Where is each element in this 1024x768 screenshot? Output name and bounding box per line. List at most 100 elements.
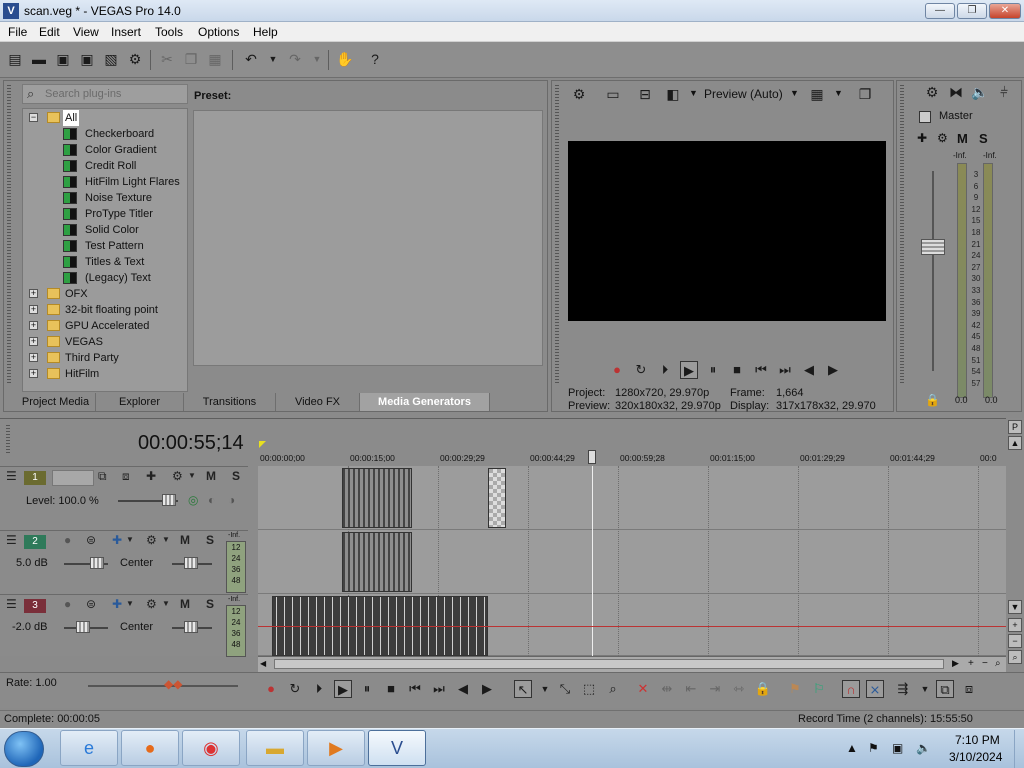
mixer-settings-icon[interactable]: ⫩ bbox=[995, 83, 1013, 101]
master-mute-button[interactable]: M bbox=[957, 131, 968, 146]
track-motion-icon[interactable]: ⧉ bbox=[98, 469, 107, 484]
menu-edit[interactable]: Edit bbox=[39, 25, 60, 39]
scroll-up-icon[interactable]: ▲ bbox=[1008, 436, 1022, 450]
chevron-down-icon[interactable]: ▼ bbox=[689, 88, 698, 98]
track-menu-icon[interactable]: ☰ bbox=[6, 469, 17, 483]
time-ruler[interactable]: 00:00:00;00 00:00:15;00 00:00:29;29 00:0… bbox=[258, 448, 1006, 466]
panel-grip[interactable] bbox=[900, 85, 904, 385]
close-button[interactable]: ✕ bbox=[989, 3, 1021, 19]
new-project-icon[interactable]: ▤ bbox=[6, 50, 24, 68]
video-clip[interactable] bbox=[342, 468, 412, 528]
go-to-end-icon[interactable]: ⏭ bbox=[776, 361, 794, 379]
scroll-thumb[interactable] bbox=[274, 659, 944, 669]
insert-marker-icon[interactable]: ⚑ bbox=[786, 680, 804, 698]
preview-quality-icon[interactable]: ◧ bbox=[664, 85, 682, 103]
minimize-button[interactable]: — bbox=[925, 3, 955, 19]
timeline-vertical-scrollbar[interactable]: P ▲ ▼ + − ⌕ bbox=[1006, 418, 1024, 674]
level-slider-handle[interactable] bbox=[162, 494, 176, 506]
go-to-start-icon[interactable]: ⏮ bbox=[406, 680, 424, 698]
preview-properties-gear-icon[interactable]: ⚙ bbox=[570, 85, 588, 103]
solo-button[interactable]: S bbox=[206, 533, 214, 547]
mute-button[interactable]: M bbox=[206, 469, 216, 483]
tab-transitions[interactable]: Transitions bbox=[184, 393, 276, 411]
clock-time[interactable]: 7:10 PM bbox=[955, 733, 1000, 747]
zoom-icon[interactable]: ⌕ bbox=[995, 658, 1001, 669]
composite-mode-icon[interactable]: ◎ bbox=[188, 493, 198, 507]
help-question-icon[interactable]: ? bbox=[366, 50, 384, 68]
volume-slider-handle[interactable] bbox=[76, 621, 90, 633]
menu-options[interactable]: Options bbox=[198, 25, 239, 39]
go-to-end-icon[interactable]: ⏭ bbox=[430, 680, 448, 698]
zoom-in-icon[interactable]: + bbox=[1008, 618, 1022, 632]
lock-icon[interactable]: 🔒 bbox=[754, 680, 772, 698]
zoom-in-icon[interactable]: + bbox=[968, 658, 974, 669]
menu-insert[interactable]: Insert bbox=[111, 25, 141, 39]
expand-icon[interactable]: + bbox=[29, 305, 38, 314]
speaker-icon[interactable]: 🔈 bbox=[971, 83, 989, 101]
master-solo-button[interactable]: S bbox=[979, 131, 988, 146]
zoom-out-icon[interactable]: − bbox=[1008, 634, 1022, 648]
tree-item-all[interactable]: − All bbox=[29, 110, 179, 126]
maximize-button[interactable]: ❐ bbox=[957, 3, 987, 19]
overlays-grid-icon[interactable]: ▦ bbox=[808, 85, 826, 103]
external-monitor-icon[interactable]: ▭ bbox=[604, 85, 622, 103]
zoom-icon[interactable]: ⌕ bbox=[1008, 650, 1022, 664]
zoom-out-icon[interactable]: − bbox=[982, 658, 988, 669]
track-fx-icon[interactable]: ✚ bbox=[146, 469, 156, 483]
split-screen-icon[interactable]: ⊟ bbox=[636, 85, 654, 103]
parent-icon[interactable]: ◐ bbox=[208, 493, 215, 507]
clock-date[interactable]: 3/10/2024 bbox=[949, 750, 1002, 764]
master-bus-icon[interactable] bbox=[919, 111, 931, 123]
insert-region-icon[interactable]: ⚐ bbox=[810, 680, 828, 698]
expand-icon[interactable]: + bbox=[29, 337, 38, 346]
previous-frame-icon[interactable]: ◀ bbox=[800, 361, 818, 379]
track-name-field[interactable] bbox=[52, 470, 94, 486]
audio-clip[interactable] bbox=[342, 532, 412, 592]
action-center-flag-icon[interactable]: ⚑ bbox=[868, 741, 879, 755]
chrome-icon[interactable]: ◉ bbox=[182, 730, 240, 766]
play-from-start-icon[interactable]: ⏵ bbox=[310, 680, 328, 698]
pause-icon[interactable]: ⏸ bbox=[358, 680, 376, 698]
network-icon[interactable]: ▣ bbox=[892, 741, 903, 755]
child-icon[interactable]: ◑ bbox=[228, 493, 235, 507]
selection-edit-icon[interactable]: ⬚ bbox=[580, 680, 598, 698]
tab-explorer[interactable]: Explorer bbox=[96, 393, 184, 411]
properties-gear-icon[interactable]: ⚙ bbox=[126, 50, 144, 68]
snapping-magnet-icon[interactable]: ∩ bbox=[842, 680, 860, 698]
master-gear-icon[interactable]: ⚙ bbox=[937, 131, 948, 145]
tab-video-fx[interactable]: Video FX bbox=[276, 393, 360, 411]
panel-grip[interactable] bbox=[7, 85, 11, 385]
record-icon[interactable]: ● bbox=[262, 680, 280, 698]
track-fx-gear-icon[interactable]: ⚙ bbox=[146, 533, 157, 547]
stop-icon[interactable]: ■ bbox=[382, 680, 400, 698]
chevron-down-icon[interactable]: ▼ bbox=[834, 88, 843, 98]
copy-snapshot-icon[interactable]: ❐ bbox=[856, 85, 874, 103]
timeline-tracks[interactable] bbox=[258, 466, 1006, 656]
trim-icon[interactable]: ⇹ bbox=[658, 680, 676, 698]
chevron-down-icon[interactable]: ▼ bbox=[916, 680, 934, 698]
panel-grip[interactable] bbox=[6, 425, 10, 455]
invert-phase-icon[interactable]: ⊜ bbox=[86, 597, 96, 611]
tab-project-media[interactable]: Project Media bbox=[16, 393, 96, 411]
tree-item-ofx[interactable]: + OFX bbox=[29, 286, 179, 302]
show-desktop-button[interactable] bbox=[1014, 730, 1024, 768]
zoom-edit-icon[interactable]: ⌕ bbox=[604, 680, 622, 698]
start-button[interactable] bbox=[4, 731, 44, 767]
render-icon[interactable]: ▧ bbox=[102, 50, 120, 68]
auto-crossfade-icon[interactable]: ⨯ bbox=[866, 680, 884, 698]
undo-icon[interactable]: ↶ bbox=[242, 50, 260, 68]
playhead-handle[interactable] bbox=[588, 450, 596, 464]
tab-media-generators[interactable]: Media Generators bbox=[360, 393, 490, 411]
tree-item-vegas[interactable]: + VEGAS bbox=[29, 334, 179, 350]
compositing-icon[interactable]: ⧈ bbox=[122, 469, 130, 484]
solo-button[interactable]: S bbox=[206, 597, 214, 611]
save-as-icon[interactable]: ▣ bbox=[78, 50, 96, 68]
solo-button[interactable]: S bbox=[232, 469, 240, 483]
mixer-gear-icon[interactable]: ⚙ bbox=[923, 83, 941, 101]
tree-item-32bit[interactable]: +32-bit floating point bbox=[29, 302, 179, 318]
arm-record-icon[interactable]: ● bbox=[64, 533, 71, 547]
track-fx-icon[interactable]: ✚ bbox=[112, 533, 122, 547]
next-frame-icon[interactable]: ▶ bbox=[824, 361, 842, 379]
collapse-icon[interactable]: − bbox=[29, 113, 38, 122]
video-preview-screen[interactable] bbox=[568, 141, 886, 321]
